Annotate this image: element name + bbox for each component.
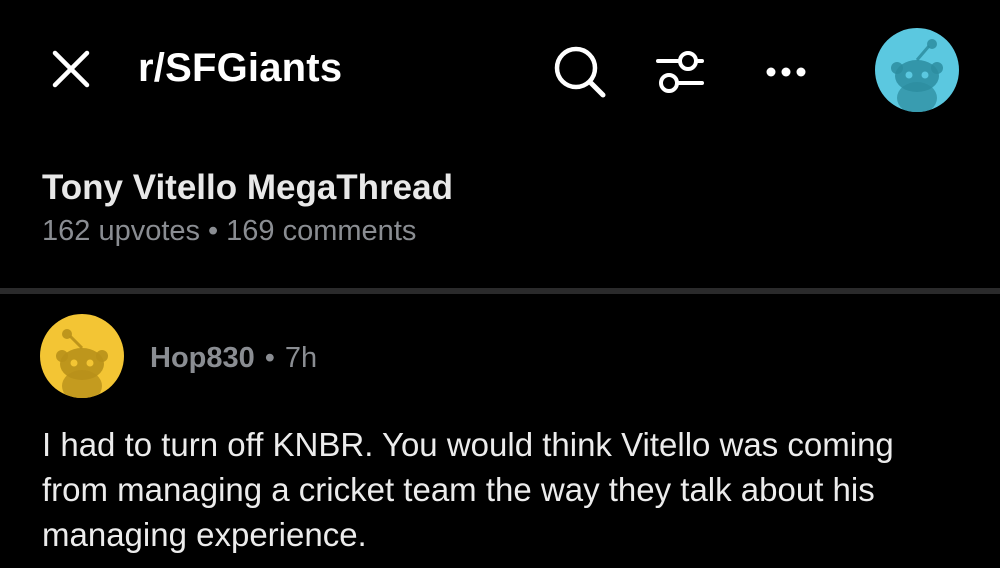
user-avatar[interactable] <box>875 28 959 112</box>
filter-button[interactable] <box>646 38 714 106</box>
comment-body: I had to turn off KNBR. You would think … <box>42 426 894 553</box>
search-button[interactable] <box>546 38 614 106</box>
upvote-count: 162 upvotes <box>42 215 201 247</box>
section-divider <box>0 288 1000 294</box>
meta-separator: • <box>208 215 219 247</box>
post-header: Tony Vitello MegaThread 162 upvotes • 169 … <box>42 168 942 248</box>
close-button[interactable] <box>38 36 104 102</box>
subreddit-name[interactable]: r/SFGiants <box>138 46 342 91</box>
filter-icon <box>656 51 704 93</box>
post-title[interactable]: Tony Vitello MegaThread <box>42 168 942 208</box>
comment-count: 169 comments <box>226 215 417 247</box>
comment-username[interactable]: Hop830 <box>150 342 255 374</box>
comment-timestamp: 7h <box>284 342 318 374</box>
more-icon <box>766 67 806 77</box>
more-options-button[interactable] <box>752 38 820 106</box>
top-bar: r/SFGiants <box>0 0 1000 140</box>
post-meta: 162 upvotes • 169 comments <box>42 214 942 248</box>
snoo-avatar-icon <box>56 329 108 398</box>
close-icon <box>52 50 90 88</box>
commenter-avatar[interactable] <box>40 314 124 398</box>
comment-meta: Hop830 • 7h <box>150 342 317 375</box>
snoo-avatar-icon <box>891 39 943 112</box>
comment-separator: • <box>264 342 275 374</box>
search-icon <box>554 46 606 98</box>
